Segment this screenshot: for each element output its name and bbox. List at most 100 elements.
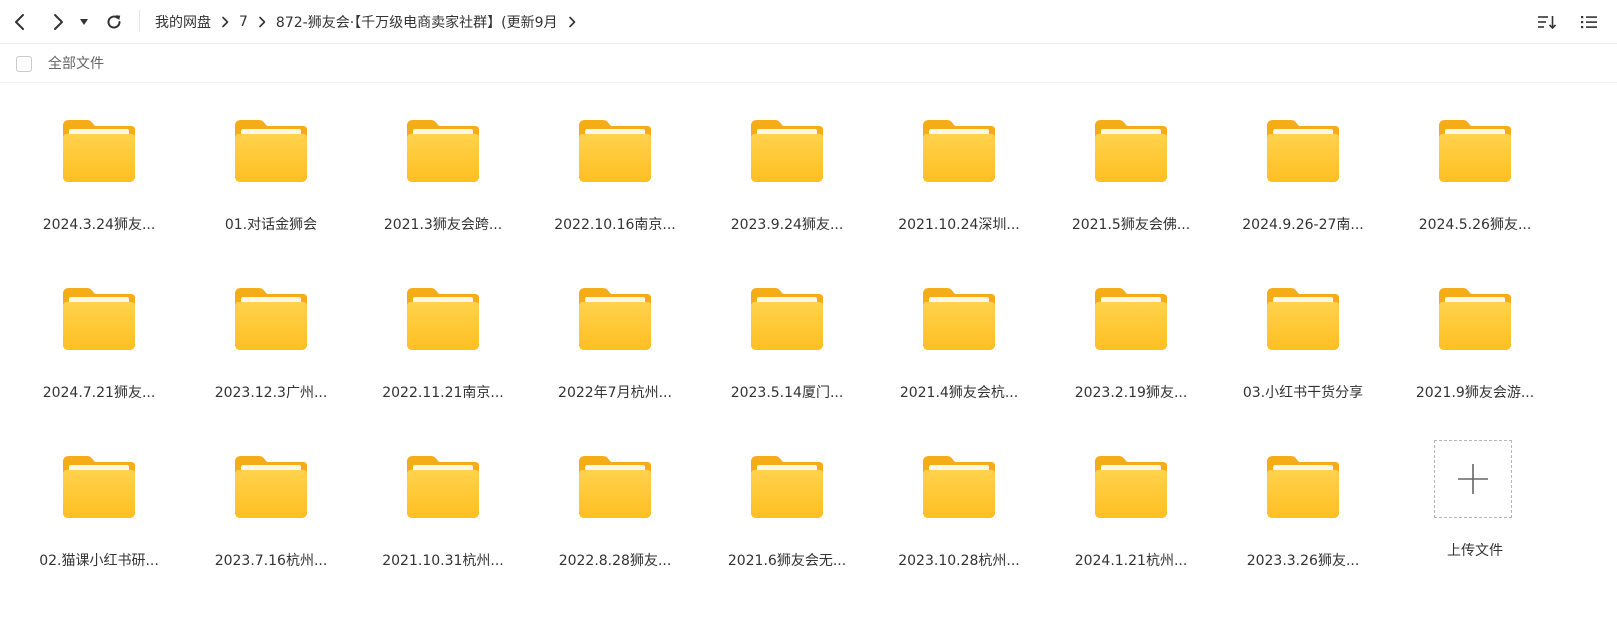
- folder-name: 2021.10.31杭州...: [382, 553, 504, 569]
- folder-icon: [63, 120, 135, 182]
- folder-icon: [235, 456, 307, 518]
- folder-item[interactable]: 2022年7月杭州...: [542, 272, 714, 440]
- chevron-right-icon: [568, 16, 575, 28]
- folder-name: 03.小红书干货分享: [1242, 385, 1364, 401]
- folder-icon: [923, 288, 995, 350]
- file-grid: 2024.3.24狮友... 01.对话金狮会 2021.3狮友会跨... 20…: [26, 104, 1574, 608]
- folder-icon: [1439, 288, 1511, 350]
- folder-name: 2024.9.26-27南...: [1242, 217, 1364, 233]
- folder-name: 2024.3.24狮友...: [42, 217, 156, 233]
- folder-icon: [63, 288, 135, 350]
- folder-icon: [1095, 120, 1167, 182]
- folder-name: 2022.11.21南京...: [382, 385, 504, 401]
- folder-item[interactable]: 2021.5狮友会佛...: [1058, 104, 1230, 272]
- folder-icon: [407, 288, 479, 350]
- folder-name: 2021.6狮友会无...: [727, 553, 847, 569]
- folder-item[interactable]: 2023.5.14厦门...: [714, 272, 886, 440]
- forward-button[interactable]: [44, 8, 72, 36]
- select-all-checkbox[interactable]: [16, 56, 32, 72]
- folder-item[interactable]: 03.小红书干货分享: [1230, 272, 1402, 440]
- folder-icon: [923, 120, 995, 182]
- folder-icon: [923, 456, 995, 518]
- folder-name: 2022.8.28狮友...: [558, 553, 672, 569]
- upload-file-label: 上传文件: [1447, 543, 1503, 559]
- folder-icon: [407, 120, 479, 182]
- folder-name: 2023.3.26狮友...: [1246, 553, 1360, 569]
- folder-item[interactable]: 2022.10.16南京...: [542, 104, 714, 272]
- back-button[interactable]: [6, 8, 34, 36]
- folder-name: 2021.3狮友会跨...: [383, 217, 503, 233]
- breadcrumb-item-current[interactable]: 872-狮友会·【千万级电商卖家社群】(更新9月: [276, 12, 558, 32]
- select-all-label: 全部文件: [48, 56, 104, 72]
- folder-item[interactable]: 01.对话金狮会: [198, 104, 370, 272]
- folder-icon: [1267, 456, 1339, 518]
- folder-name: 2021.10.24深圳...: [898, 217, 1020, 233]
- folder-name: 2023.12.3广州...: [214, 385, 328, 401]
- refresh-icon: [107, 15, 121, 29]
- folder-item[interactable]: 2021.10.24深圳...: [886, 104, 1058, 272]
- folder-icon: [1095, 288, 1167, 350]
- folder-item[interactable]: 2024.3.24狮友...: [26, 104, 198, 272]
- breadcrumb-item-root[interactable]: 我的网盘: [155, 12, 211, 32]
- folder-item[interactable]: 2024.9.26-27南...: [1230, 104, 1402, 272]
- folder-item[interactable]: 2024.1.21杭州...: [1058, 440, 1230, 608]
- folder-item[interactable]: 2023.3.26狮友...: [1230, 440, 1402, 608]
- folder-icon: [751, 120, 823, 182]
- refresh-button[interactable]: [100, 8, 128, 36]
- folder-item[interactable]: 2024.5.26狮友...: [1402, 104, 1574, 272]
- toolbar-divider: [139, 10, 140, 32]
- folder-name: 02.猫课小红书研...: [39, 553, 159, 569]
- folder-item[interactable]: 2022.11.21南京...: [370, 272, 542, 440]
- folder-item[interactable]: 2021.3狮友会跨...: [370, 104, 542, 272]
- chevron-right-icon: [258, 16, 266, 28]
- folder-icon: [1439, 120, 1511, 182]
- folder-name: 2023.10.28杭州...: [898, 553, 1020, 569]
- folder-item[interactable]: 2021.6狮友会无...: [714, 440, 886, 608]
- breadcrumb-item-7[interactable]: 7: [239, 14, 248, 30]
- list-view-button[interactable]: [1575, 8, 1603, 36]
- folder-name: 2021.4狮友会杭...: [899, 385, 1019, 401]
- folder-name: 2024.5.26狮友...: [1418, 217, 1532, 233]
- caret-down-icon: [80, 19, 88, 25]
- plus-icon: [1458, 464, 1488, 494]
- sort-button[interactable]: [1533, 8, 1561, 36]
- view-tools: [1533, 8, 1603, 36]
- upload-file-button[interactable]: 上传文件: [1402, 440, 1574, 608]
- folder-name: 2024.7.21狮友...: [42, 385, 156, 401]
- breadcrumb-expand-button[interactable]: [568, 16, 576, 28]
- folder-icon: [1267, 120, 1339, 182]
- folder-name: 2024.1.21杭州...: [1074, 553, 1188, 569]
- folder-icon: [407, 456, 479, 518]
- folder-item[interactable]: 2023.9.24狮友...: [714, 104, 886, 272]
- folder-icon: [579, 288, 651, 350]
- folder-item[interactable]: 02.猫课小红书研...: [26, 440, 198, 608]
- upload-box: [1434, 440, 1512, 518]
- folder-item[interactable]: 2023.7.16杭州...: [198, 440, 370, 608]
- folder-icon: [1267, 288, 1339, 350]
- folder-icon: [751, 456, 823, 518]
- folder-item[interactable]: 2023.12.3广州...: [198, 272, 370, 440]
- folder-item[interactable]: 2024.7.21狮友...: [26, 272, 198, 440]
- breadcrumb: 我的网盘 7 872-狮友会·【千万级电商卖家社群】(更新9月: [155, 0, 586, 44]
- folder-name: 2021.9狮友会游...: [1415, 385, 1535, 401]
- select-all-bar: 全部文件: [0, 45, 1617, 83]
- folder-icon: [579, 456, 651, 518]
- folder-name: 2023.5.14厦门...: [730, 385, 844, 401]
- folder-name: 2022年7月杭州...: [558, 385, 672, 401]
- chevron-right-icon: [54, 14, 63, 30]
- folder-item[interactable]: 2021.4狮友会杭...: [886, 272, 1058, 440]
- folder-name: 2022.10.16南京...: [554, 217, 676, 233]
- folder-icon: [235, 288, 307, 350]
- folder-item[interactable]: 2022.8.28狮友...: [542, 440, 714, 608]
- folder-item[interactable]: 2023.2.19狮友...: [1058, 272, 1230, 440]
- folder-item[interactable]: 2021.10.31杭州...: [370, 440, 542, 608]
- folder-item[interactable]: 2023.10.28杭州...: [886, 440, 1058, 608]
- history-dropdown-button[interactable]: [74, 8, 94, 36]
- folder-name: 2023.9.24狮友...: [730, 217, 844, 233]
- folder-name: 2023.7.16杭州...: [214, 553, 328, 569]
- folder-item[interactable]: 2021.9狮友会游...: [1402, 272, 1574, 440]
- folder-name: 2023.2.19狮友...: [1074, 385, 1188, 401]
- folder-icon: [63, 456, 135, 518]
- folder-icon: [579, 120, 651, 182]
- list-view-icon: [1581, 16, 1597, 29]
